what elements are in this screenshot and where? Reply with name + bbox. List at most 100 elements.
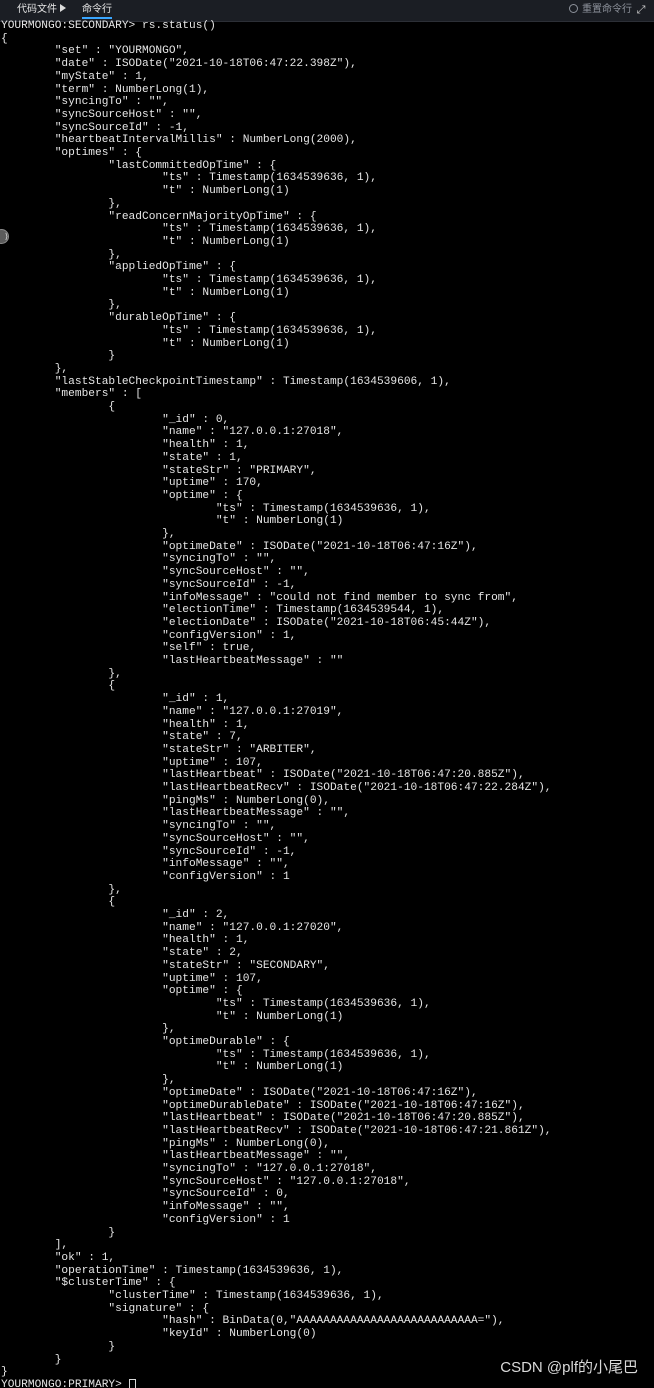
terminal-line: "ts" : Timestamp(1634539636, 1), (1, 223, 377, 236)
terminal-line: "lastHeartbeat" : ISODate("2021-10-18T06… (1, 769, 525, 782)
terminal-line: "state" : 2, (1, 947, 243, 960)
tab-code-file[interactable]: 代码文件 (17, 0, 66, 21)
terminal-line: "ts" : Timestamp(1634539636, 1), (1, 172, 377, 185)
terminal-line: "ok" : 1, (1, 1251, 116, 1264)
expand-icon[interactable]: ⤢ (634, 1, 648, 19)
terminal-line: "syncSourceId" : 0, (1, 1188, 290, 1201)
terminal-line: "optimeDate" : ISODate("2021-10-18T06:47… (1, 540, 478, 553)
terminal-line: }, (1, 667, 122, 680)
terminal-line: "durableOpTime" : { (1, 312, 236, 325)
editor-toolbar: 代码文件 命令行 重置命令行 ⤢ (0, 0, 654, 22)
terminal-line: "infoMessage" : "", (1, 858, 290, 871)
play-icon (60, 4, 66, 13)
terminal-line: }, (1, 1074, 176, 1087)
terminal-line: "syncingTo" : "127.0.0.1:27018", (1, 1163, 377, 1175)
terminal-line: "_id" : 0, (1, 413, 230, 426)
terminal-line: "self" : true, (1, 642, 257, 655)
terminal-line: "syncSourceHost" : "", (1, 108, 203, 121)
terminal-line: "health" : 1, (1, 718, 250, 731)
terminal-line: "t" : NumberLong(1) (1, 235, 290, 248)
terminal-line: }, (1, 1023, 176, 1036)
terminal-line: "optimeDurableDate" : ISODate("2021-10-1… (1, 1099, 525, 1112)
terminal-line: "t" : NumberLong(1) (1, 337, 290, 350)
terminal-line: "name" : "127.0.0.1:27018", (1, 426, 344, 439)
terminal-line: "appliedOpTime" : { (1, 261, 236, 274)
terminal-line: "ts" : Timestamp(1634539636, 1), (1, 502, 431, 515)
tab-command-line-label: 命令行 (82, 4, 112, 15)
terminal-line: "name" : "127.0.0.1:27020", (1, 921, 344, 934)
terminal-line: "optimes" : { (1, 147, 142, 159)
terminal-line: "lastHeartbeatMessage" : "" (1, 655, 344, 667)
terminal-line: "t" : NumberLong(1) (1, 185, 290, 198)
terminal-line: "state" : 1, (1, 451, 243, 464)
terminal-line: "stateStr" : "PRIMARY", (1, 464, 317, 477)
terminal-line: "lastHeartbeatRecv" : ISODate("2021-10-1… (1, 1124, 552, 1137)
terminal-line: "infoMessage" : "", (1, 1201, 290, 1214)
tab-command-line[interactable]: 命令行 (82, 0, 112, 21)
terminal-line: "optimeDurable" : { (1, 1036, 290, 1048)
terminal-line: "operationTime" : Timestamp(1634539636, … (1, 1264, 344, 1277)
terminal-line: "signature" : { (1, 1302, 210, 1315)
terminal-line: "myState" : 1, (1, 70, 149, 83)
terminal-line: } (1, 1353, 62, 1366)
terminal-line: }, (1, 362, 69, 375)
terminal-line: "lastCommittedOpTime" : { (1, 159, 277, 172)
terminal-line: "health" : 1, (1, 934, 250, 947)
terminal-line: "syncSourceId" : -1, (1, 578, 297, 591)
terminal-line: } (1, 1340, 116, 1353)
terminal-line: "$clusterTime" : { (1, 1277, 176, 1290)
terminal-line: "readConcernMajorityOpTime" : { (1, 210, 317, 223)
terminal-output[interactable]: ⟩ YOURMONGO:SECONDARY> rs.status(){ "set… (0, 20, 654, 1388)
terminal-line: "t" : NumberLong(1) (1, 515, 344, 528)
terminal-line: "ts" : Timestamp(1634539636, 1), (1, 274, 377, 286)
terminal-line: "set" : "YOURMONGO", (1, 45, 189, 58)
terminal-line: "lastStableCheckpointTimestamp" : Timest… (1, 375, 451, 388)
terminal-line: }, (1, 883, 122, 896)
terminal-line: "infoMessage" : "could not find member t… (1, 591, 518, 604)
refresh-icon (569, 3, 578, 13)
tab-code-file-label: 代码文件 (17, 4, 57, 15)
reset-command-line-button[interactable]: 重置命令行 (569, 0, 632, 21)
terminal-line: "state" : 7, (1, 731, 243, 744)
terminal-line: "_id" : 2, (1, 909, 230, 921)
terminal-line: } (1, 1366, 8, 1379)
prompt-line[interactable]: YOURMONGO:PRIMARY> (1, 1378, 136, 1388)
terminal-line: ], (1, 1239, 69, 1252)
terminal-line: "heartbeatIntervalMillis" : NumberLong(2… (1, 134, 357, 147)
terminal-line: "ts" : Timestamp(1634539636, 1), (1, 324, 377, 337)
terminal-line: "t" : NumberLong(1) (1, 1061, 344, 1074)
terminal-line: "date" : ISODate("2021-10-18T06:47:22.39… (1, 58, 357, 71)
terminal-line: "_id" : 1, (1, 693, 230, 706)
terminal-line: "optimeDate" : ISODate("2021-10-18T06:47… (1, 1086, 478, 1099)
terminal-line: "uptime" : 107, (1, 972, 263, 985)
terminal-line: { (1, 896, 116, 909)
terminal-line: "uptime" : 107, (1, 756, 263, 769)
terminal-line: }, (1, 248, 122, 261)
text-cursor (128, 1378, 136, 1388)
reset-command-line-label: 重置命令行 (582, 4, 632, 15)
terminal-line: { (1, 680, 116, 693)
terminal-line: }, (1, 197, 122, 210)
shell-prompt: YOURMONGO:PRIMARY> (1, 1378, 129, 1388)
terminal-line: "stateStr" : "ARBITER", (1, 743, 317, 756)
terminal-line: "keyId" : NumberLong(0) (1, 1328, 317, 1341)
terminal-line: "configVersion" : 1, (1, 629, 297, 642)
terminal-line: "optime" : { (1, 489, 243, 502)
terminal-line: "pingMs" : NumberLong(0), (1, 1137, 330, 1150)
terminal-line: "configVersion" : 1 (1, 1213, 290, 1226)
terminal-line: "ts" : Timestamp(1634539636, 1), (1, 1048, 431, 1061)
terminal-line: "health" : 1, (1, 439, 250, 452)
terminal-line: "t" : NumberLong(1) (1, 1010, 344, 1023)
terminal-line: "lastHeartbeatMessage" : "", (1, 1150, 351, 1163)
terminal-line: "pingMs" : NumberLong(0), (1, 794, 330, 807)
terminal-line: "t" : NumberLong(1) (1, 286, 290, 299)
terminal-line: } (1, 1226, 116, 1239)
terminal-line: "syncSourceId" : -1, (1, 845, 297, 858)
terminal-line: "syncSourceHost" : "", (1, 566, 310, 579)
terminal-line: "electionDate" : ISODate("2021-10-18T06:… (1, 616, 492, 629)
terminal-line: "syncSourceHost" : "127.0.0.1:27018", (1, 1175, 411, 1188)
terminal-line: "name" : "127.0.0.1:27019", (1, 705, 344, 718)
terminal-line: "syncSourceId" : -1, (1, 121, 189, 134)
terminal-line: }, (1, 528, 176, 540)
terminal-line: "configVersion" : 1 (1, 870, 290, 883)
